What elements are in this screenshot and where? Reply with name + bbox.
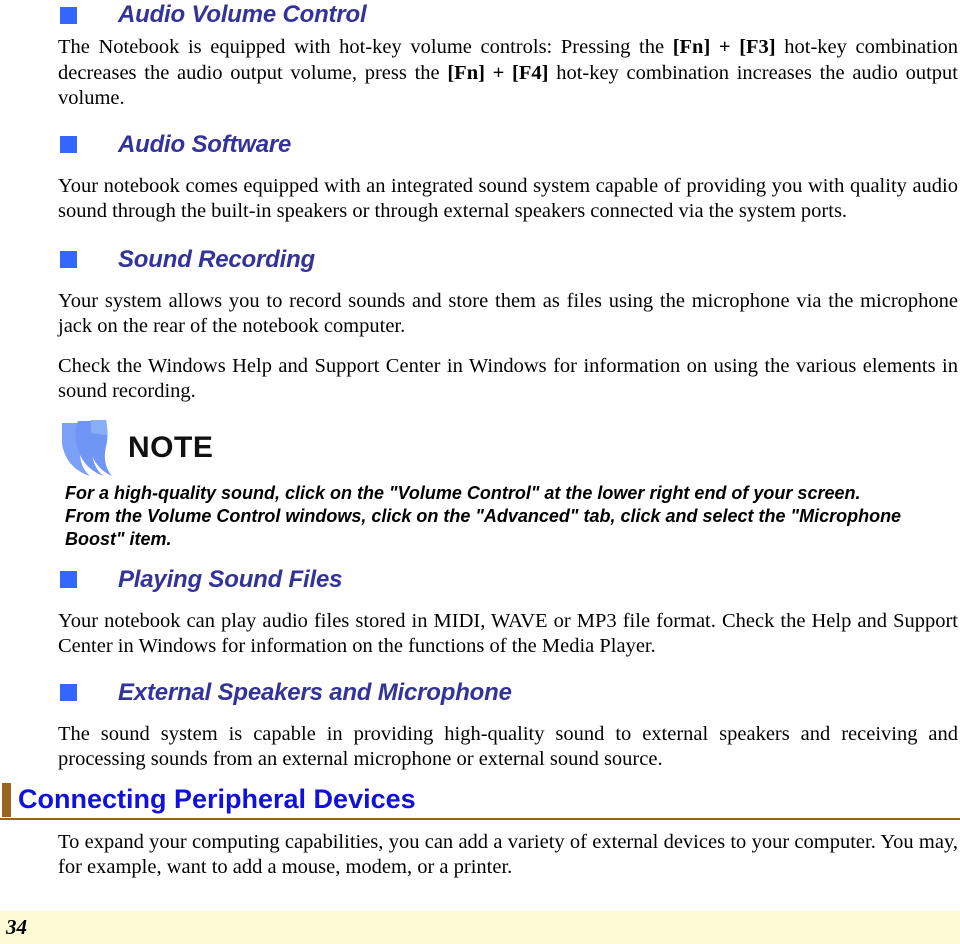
section-heading-label: Audio Software — [118, 130, 292, 158]
paragraph-run: The Notebook is equipped with hot-key vo… — [58, 36, 673, 58]
note-callout: NOTE For a high-quality sound, click on … — [0, 419, 960, 551]
chapter-heading-rule — [0, 817, 960, 820]
blue-square-bullet-icon — [60, 571, 77, 588]
paragraph-audio-software: Your notebook comes equipped with an int… — [58, 174, 958, 223]
chapter-heading: Connecting Peripheral Devices — [0, 782, 960, 817]
chapter-heading-block: Connecting Peripheral Devices — [0, 782, 960, 820]
paragraph-playing-sound-files: Your notebook can play audio files store… — [58, 609, 958, 658]
paragraph-run-bold: [Fn] + [F4] — [447, 61, 549, 84]
chapter-accent-bar — [2, 782, 11, 817]
paragraph-sound-recording-1: Your system allows you to record sounds … — [58, 289, 958, 338]
note-feather-logo-icon — [58, 419, 120, 477]
note-label: NOTE — [128, 430, 214, 464]
section-heading-label: Sound Recording — [118, 245, 315, 273]
paragraph-sound-recording-2: Check the Windows Help and Support Cente… — [58, 354, 958, 403]
paragraph-external-speakers: The sound system is capable in providing… — [58, 722, 958, 771]
blue-square-bullet-icon — [60, 136, 77, 153]
page-number: 34 — [6, 915, 27, 939]
chapter-heading-label: Connecting Peripheral Devices — [18, 783, 416, 814]
section-heading-external-speakers-and-microphone: External Speakers and Microphone — [0, 678, 960, 708]
document-page: Audio Volume Control The Notebook is equ… — [0, 0, 960, 944]
section-heading-audio-software: Audio Software — [0, 130, 960, 160]
blue-square-bullet-icon — [60, 684, 77, 701]
section-heading-sound-recording: Sound Recording — [0, 245, 960, 275]
paragraph-run-bold: [Fn] + [F3] — [672, 36, 776, 58]
section-heading-label: Audio Volume Control — [118, 1, 367, 28]
section-heading-label: External Speakers and Microphone — [118, 678, 512, 706]
paragraph-chapter-intro: To expand your computing capabilities, y… — [58, 830, 958, 879]
blue-square-bullet-icon — [60, 251, 77, 268]
section-heading-label: Playing Sound Files — [118, 565, 343, 593]
paragraph-audio-volume-control: The Notebook is equipped with hot-key vo… — [58, 35, 958, 112]
blue-square-bullet-icon — [60, 6, 77, 24]
note-callout-header: NOTE — [58, 419, 960, 477]
section-heading-playing-sound-files: Playing Sound Files — [0, 565, 960, 595]
section-heading-audio-volume-control: Audio Volume Control — [0, 0, 960, 30]
page-footer: 34 — [0, 911, 960, 944]
note-text: For a high-quality sound, click on the "… — [65, 482, 902, 549]
